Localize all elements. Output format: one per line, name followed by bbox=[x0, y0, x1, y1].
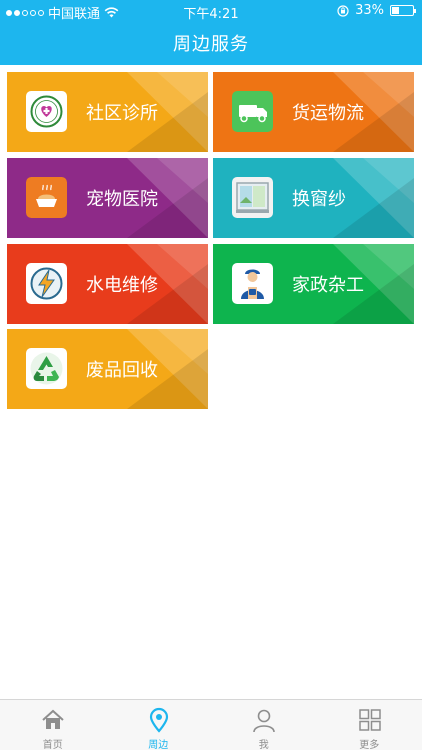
tab-nearby[interactable]: 周边 bbox=[106, 700, 212, 750]
service-tile-label: 货运物流 bbox=[292, 103, 364, 124]
page-title: 周边服务 bbox=[173, 34, 249, 55]
worker-icon bbox=[232, 263, 273, 304]
tab-more[interactable]: 更多 bbox=[317, 700, 422, 750]
service-tile-label: 社区诊所 bbox=[86, 103, 158, 124]
orientation-lock-icon bbox=[337, 4, 349, 17]
status-bar: 中国联通 下午4:21 33% bbox=[0, 0, 422, 22]
truck-icon bbox=[232, 91, 273, 132]
service-tile-window-screen[interactable]: 换窗纱 bbox=[213, 158, 414, 238]
battery-icon bbox=[390, 5, 416, 16]
tab-label: 首页 bbox=[42, 740, 63, 750]
pet-food-icon bbox=[26, 177, 67, 218]
user-icon bbox=[253, 709, 275, 733]
tab-label: 我 bbox=[258, 740, 269, 750]
battery-percent: 33% bbox=[355, 3, 384, 18]
service-tile-label: 水电维修 bbox=[86, 275, 158, 296]
tab-label: 更多 bbox=[359, 740, 380, 750]
service-tile-label: 家政杂工 bbox=[292, 275, 364, 296]
window-icon bbox=[232, 177, 273, 218]
service-tile-label: 废品回收 bbox=[86, 360, 158, 381]
tab-home[interactable]: 首页 bbox=[0, 700, 106, 750]
service-tile-clinic[interactable]: 社区诊所 bbox=[7, 72, 208, 152]
header: 中国联通 下午4:21 33% 周边服务 bbox=[0, 0, 422, 65]
service-tile-pet-hospital[interactable]: 宠物医院 bbox=[7, 158, 208, 238]
service-tile-recycling[interactable]: 废品回收 bbox=[7, 329, 208, 409]
grid-icon bbox=[358, 709, 381, 731]
service-tile-repairs[interactable]: 水电维修 bbox=[7, 244, 208, 324]
service-tile-housekeeping[interactable]: 家政杂工 bbox=[213, 244, 414, 324]
location-pin-icon bbox=[149, 707, 168, 733]
recycle-icon bbox=[26, 348, 67, 389]
service-tile-label: 换窗纱 bbox=[292, 189, 346, 210]
service-tile-label: 宠物医院 bbox=[86, 189, 158, 210]
tab-label: 周边 bbox=[148, 740, 169, 750]
service-tile-logistics[interactable]: 货运物流 bbox=[213, 72, 414, 152]
lightning-icon bbox=[26, 263, 67, 304]
home-icon bbox=[42, 709, 64, 729]
clinic-icon bbox=[26, 91, 67, 132]
tab-bar: 首页 周边 我 更多 bbox=[0, 699, 422, 750]
tab-me[interactable]: 我 bbox=[211, 700, 317, 750]
